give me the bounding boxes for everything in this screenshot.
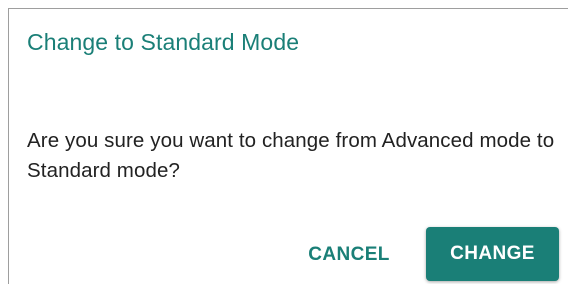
- dialog-message: Are you sure you want to change from Adv…: [27, 129, 555, 182]
- dialog-title: Change to Standard Mode: [27, 29, 300, 55]
- change-button[interactable]: CHANGE: [426, 227, 559, 281]
- dialog-actions: CANCEL CHANGE: [9, 227, 568, 283]
- cancel-button[interactable]: CANCEL: [297, 235, 401, 275]
- change-mode-dialog: Change to Standard Mode Are you sure you…: [8, 8, 568, 284]
